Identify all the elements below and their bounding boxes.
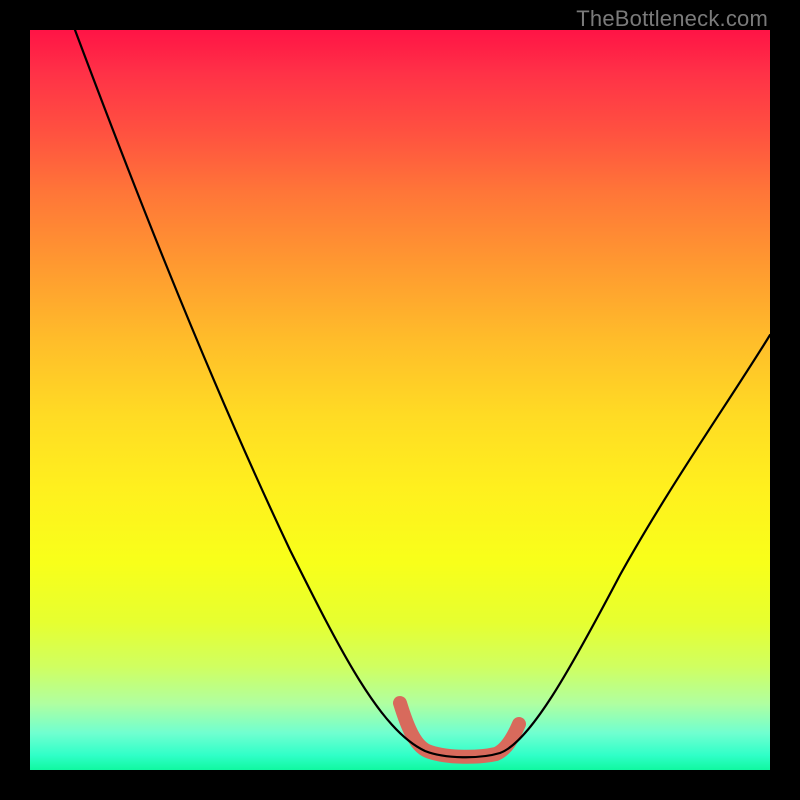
attribution-text: TheBottleneck.com [576,6,768,32]
curve-layer [30,30,770,770]
plot-area [30,30,770,770]
bottleneck-curve [75,30,770,757]
chart-frame: TheBottleneck.com [0,0,800,800]
accent-minimum [400,703,519,757]
